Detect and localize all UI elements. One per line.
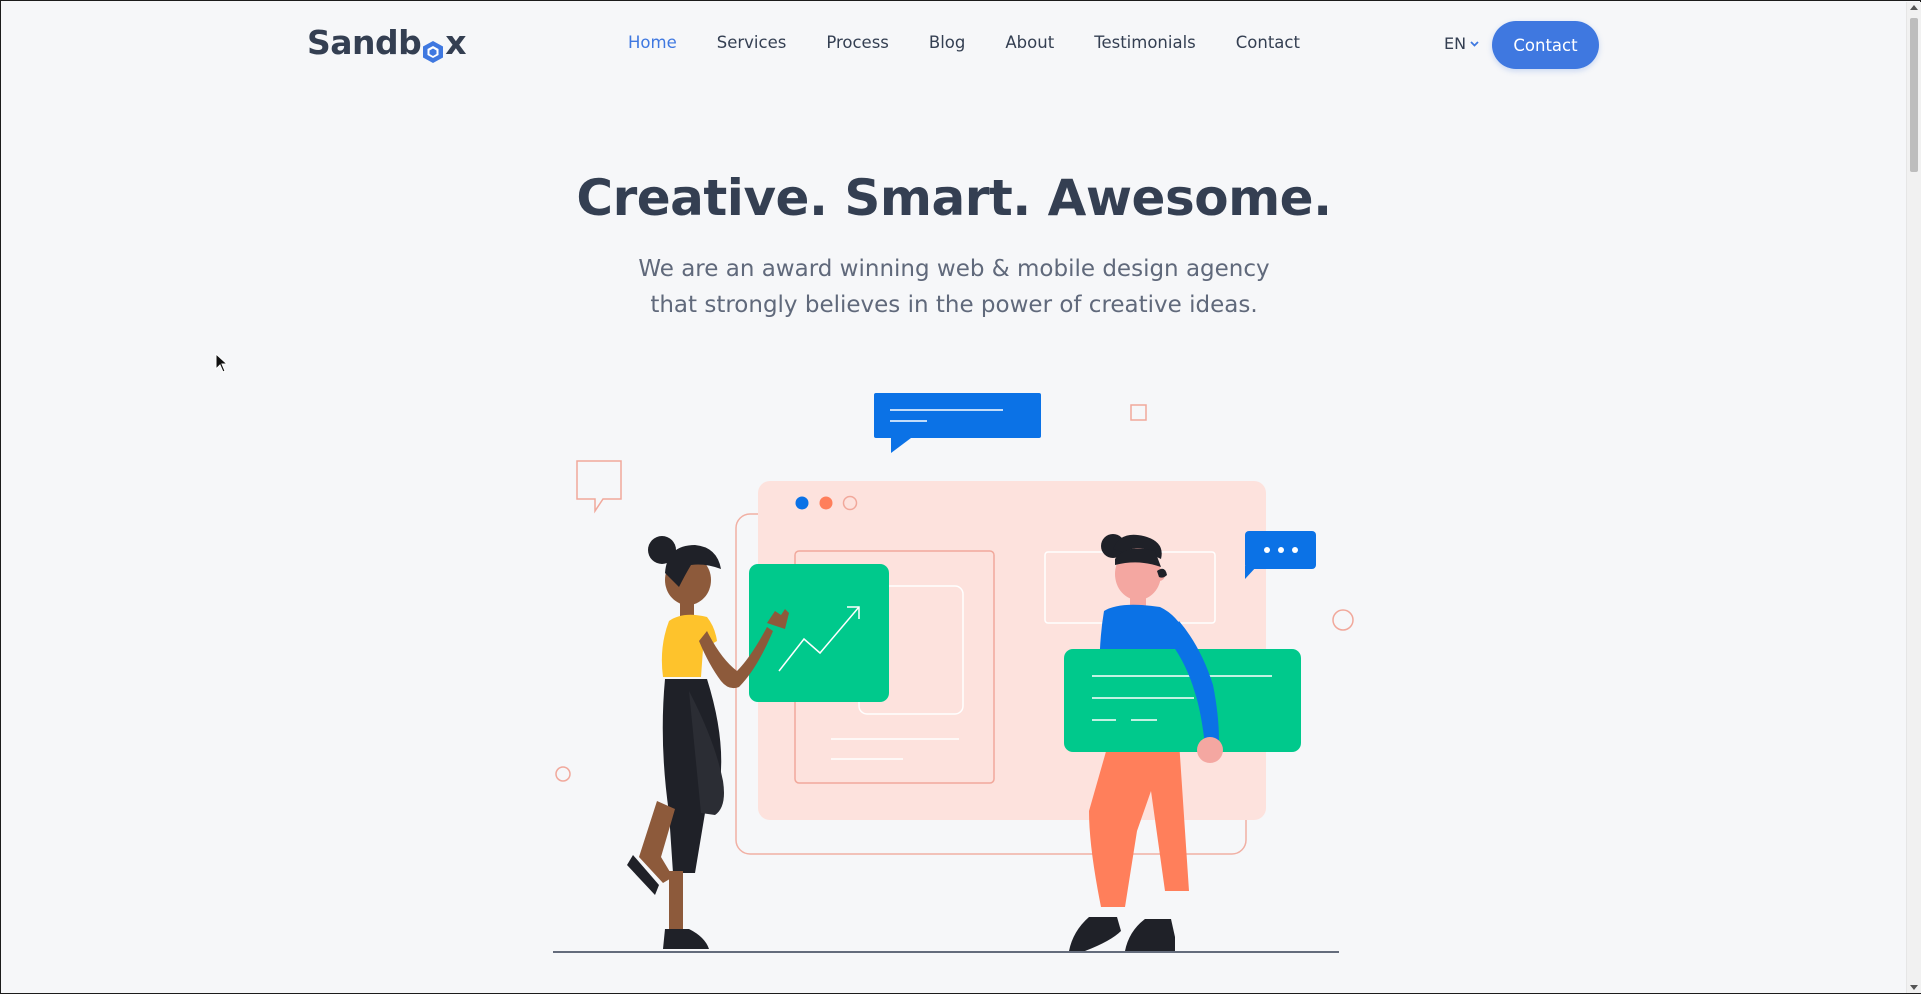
nav-item-services[interactable]: Services (717, 33, 787, 52)
hero-subtitle-line-2: that strongly believes in the power of c… (650, 292, 1258, 318)
window-dot-blue (795, 496, 809, 510)
language-label: EN (1444, 34, 1467, 53)
nav-item-home[interactable]: Home (628, 33, 677, 52)
nav-item-testimonials[interactable]: Testimonials (1094, 33, 1196, 52)
hero-subtitle-line-1: We are an award winning web & mobile des… (638, 256, 1270, 282)
man-hand (1197, 737, 1223, 763)
scroll-up-arrow-icon[interactable] (1910, 5, 1918, 10)
decor-circle-left (555, 766, 571, 782)
language-selector[interactable]: EN (1444, 34, 1479, 53)
speech-bubble-icon (874, 393, 1041, 453)
info-card (1064, 649, 1301, 752)
nav-item-about[interactable]: About (1005, 33, 1054, 52)
scroll-thumb[interactable] (1910, 18, 1918, 172)
nav-item-process[interactable]: Process (826, 33, 889, 52)
chevron-down-icon (1470, 40, 1479, 47)
nav-item-contact[interactable]: Contact (1236, 33, 1300, 52)
decor-circle-right (1332, 609, 1354, 631)
vertical-scrollbar[interactable] (1906, 2, 1921, 993)
logo[interactable]: Sandb x (307, 23, 467, 63)
scroll-down-arrow-icon[interactable] (1910, 985, 1918, 990)
hero-title: Creative. Smart. Awesome. (576, 169, 1332, 227)
mouse-pointer-icon (215, 353, 229, 373)
logo-text-start: Sandb (307, 23, 422, 62)
page: Sandb x Home Services Process Blog About… (0, 0, 1921, 994)
hero-illustration (553, 393, 1354, 953)
main-nav: Home Services Process Blog About Testimo… (628, 33, 1340, 52)
logo-text-end: x (445, 23, 467, 62)
navbar: Sandb x Home Services Process Blog About… (1, 1, 1901, 91)
contact-button[interactable]: Contact (1492, 21, 1599, 69)
window-dot-orange (819, 496, 833, 510)
hero-subtitle: We are an award winning web & mobile des… (1, 251, 1907, 323)
hexagon-logo-icon (422, 33, 444, 63)
outline-speech-bubble-icon (576, 460, 622, 514)
nav-item-blog[interactable]: Blog (929, 33, 965, 52)
decor-square (1130, 404, 1147, 421)
